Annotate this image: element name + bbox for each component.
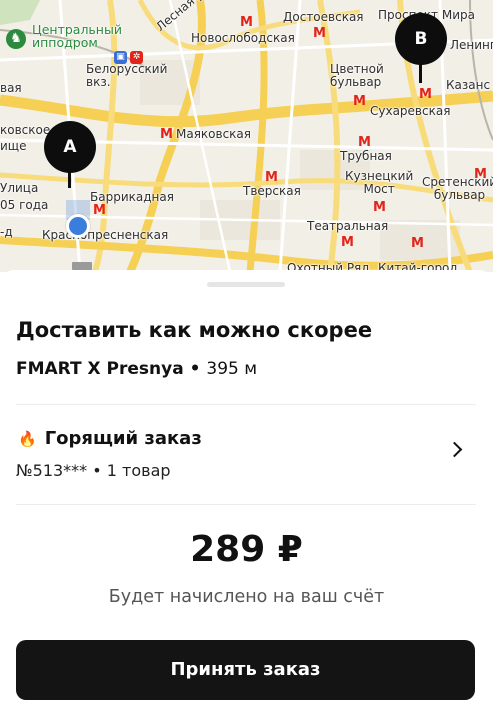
divider <box>16 404 476 405</box>
map-label-mayakovskaya: Маяковская <box>176 127 252 141</box>
price-note: Будет начислено на ваш счёт <box>108 587 385 607</box>
pin-a[interactable]: A <box>44 121 96 173</box>
order-price: 289 ₽ <box>190 529 303 570</box>
map-label-edge-05goda: 05 года <box>0 198 49 212</box>
fire-icon: 🔥 <box>18 430 37 448</box>
metro-icon: M <box>411 236 424 251</box>
metro-icon: M <box>474 167 487 182</box>
horse-icon: ♞ <box>6 29 26 49</box>
divider <box>16 504 476 505</box>
store-name: FMART X Presnya <box>16 359 184 379</box>
pin-b[interactable]: B <box>395 13 447 65</box>
map-label-trubnaya: Трубная <box>340 149 392 163</box>
hot-order-row[interactable]: 🔥 Горящий заказ №513*** • 1 товар <box>0 418 493 488</box>
map-label-edge-vaya: вая <box>0 81 22 95</box>
metro-icon: M <box>358 135 371 150</box>
metro-icon: M <box>419 87 432 102</box>
metro-icon: M <box>160 127 173 142</box>
metro-icon: M <box>353 94 366 109</box>
map-label-teatralnaya: Театральная <box>307 219 389 233</box>
hot-order-title: 🔥 Горящий заказ <box>18 428 202 449</box>
delivery-title: Доставить как можно скорее <box>16 318 373 342</box>
metro-icon: M <box>341 235 354 250</box>
map-label-tverskaya: Тверская <box>243 184 301 198</box>
store-distance: 395 м <box>206 359 258 379</box>
map-label-edge-ische: ище <box>0 139 27 153</box>
map-label-kuznetsky: Кузнецкий Мост <box>345 169 414 196</box>
location-dot-icon <box>66 214 90 238</box>
map-label-edge-ulitsa: Улица <box>0 181 39 195</box>
chevron-right-icon[interactable] <box>446 441 463 458</box>
order-details: №513*** • 1 товар <box>16 461 171 480</box>
metro-icon: M <box>373 200 386 215</box>
hot-order-label: Горящий заказ <box>44 428 202 449</box>
store-line: FMART X Presnya • 395 м <box>16 359 257 379</box>
sheet-grabber[interactable] <box>207 282 285 287</box>
map-label-tsvetnoy: Цветной бульвар <box>330 62 384 89</box>
map-label-hippodrome: Центральный ипподром <box>32 22 122 50</box>
map-label-edge-d: -д <box>0 225 13 239</box>
metro-icon: M <box>93 203 106 218</box>
map-label-dostoevskaya: Достоевская <box>283 10 364 24</box>
map-label-kazansky: Казанс <box>446 78 491 92</box>
map-label-krasnopresnenskaya: Краснопресненская <box>42 228 169 242</box>
map-label-belorussky: Белорусский вкз. <box>86 62 168 89</box>
store-separator: • <box>183 359 207 379</box>
metro-icon: M <box>265 170 278 185</box>
metro-icon: M <box>313 26 326 41</box>
map-label-leningradsky: Ленингр <box>450 38 493 52</box>
station-icons: ▣ ✲ <box>114 44 146 64</box>
keyboard-icon <box>72 262 92 270</box>
route-map[interactable]: ♞ Центральный ипподром ▣ ✲ Белорусский вк… <box>0 0 493 272</box>
metro-icon: M <box>240 15 253 30</box>
map-label-sukharevskaya: Сухаревская <box>370 104 451 118</box>
map-label-edge-kovskoe: ковское <box>0 123 51 137</box>
map-label-novoslobodskaya: Новослободская <box>191 31 295 45</box>
accept-order-button[interactable]: Принять заказ <box>16 640 475 700</box>
order-sheet: Доставить как можно скорее FMART X Presn… <box>0 270 493 710</box>
